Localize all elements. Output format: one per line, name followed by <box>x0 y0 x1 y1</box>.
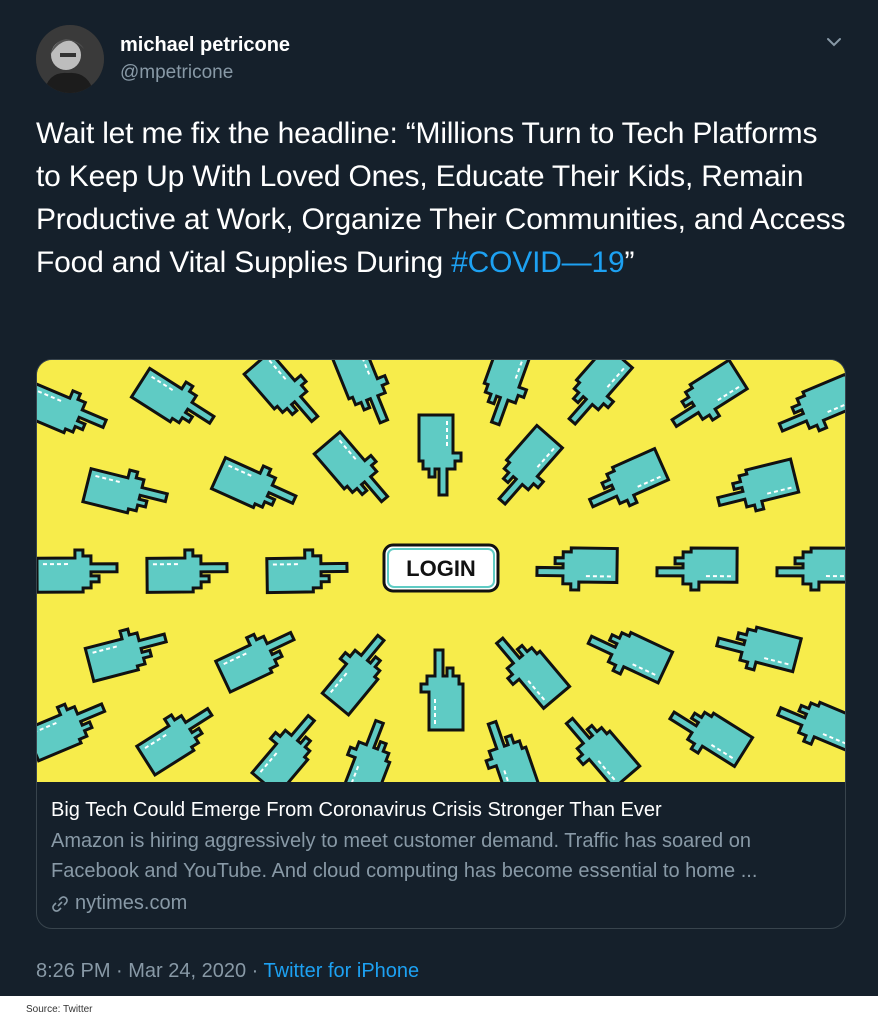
tweet-time[interactable]: 8:26 PM <box>36 960 110 982</box>
tweet-meta: 8:26 PM · Mar 24, 2020 · Twitter for iPh… <box>36 960 419 983</box>
login-text: LOGIN <box>406 556 476 581</box>
card-body: Big Tech Could Emerge From Coronavirus C… <box>51 796 835 915</box>
user-handle[interactable]: @mpetricone <box>120 62 233 84</box>
tweet-body: Wait let me fix the headline: “Millions … <box>36 117 846 279</box>
meta-separator: · <box>110 960 129 982</box>
meta-separator-2: · <box>246 960 264 982</box>
hashtag-link[interactable]: #COVID—19 <box>451 246 624 279</box>
avatar[interactable] <box>36 25 104 93</box>
card-title[interactable]: Big Tech Could Emerge From Coronavirus C… <box>51 796 835 824</box>
avatar-image <box>36 25 104 93</box>
card-description: Amazon is hiring aggressively to meet cu… <box>51 830 758 882</box>
footer: Source: Twitter <box>0 996 878 1024</box>
card-image[interactable]: LOGIN <box>37 360 845 782</box>
card-domain-text: nytimes.com <box>75 892 188 914</box>
display-name[interactable]: michael petricone <box>120 34 290 57</box>
source-credit: Source: Twitter <box>26 1004 93 1015</box>
tweet: michael petricone @mpetricone Wait let m… <box>0 0 878 996</box>
link-icon <box>51 895 69 913</box>
tweet-date[interactable]: Mar 24, 2020 <box>128 960 246 982</box>
login-badge: LOGIN <box>382 543 500 593</box>
tweet-body-end: ” <box>624 246 635 279</box>
chevron-down-icon[interactable] <box>822 32 846 52</box>
card-domain[interactable]: nytimes.com <box>51 892 835 915</box>
pointing-hands-illustration: LOGIN <box>37 360 845 782</box>
tweet-source[interactable]: Twitter for iPhone <box>264 960 420 982</box>
tweet-text: Wait let me fix the headline: “Millions … <box>36 112 846 284</box>
link-card[interactable]: LOGIN Big Tech Could Emerge From Coronav… <box>36 359 846 929</box>
